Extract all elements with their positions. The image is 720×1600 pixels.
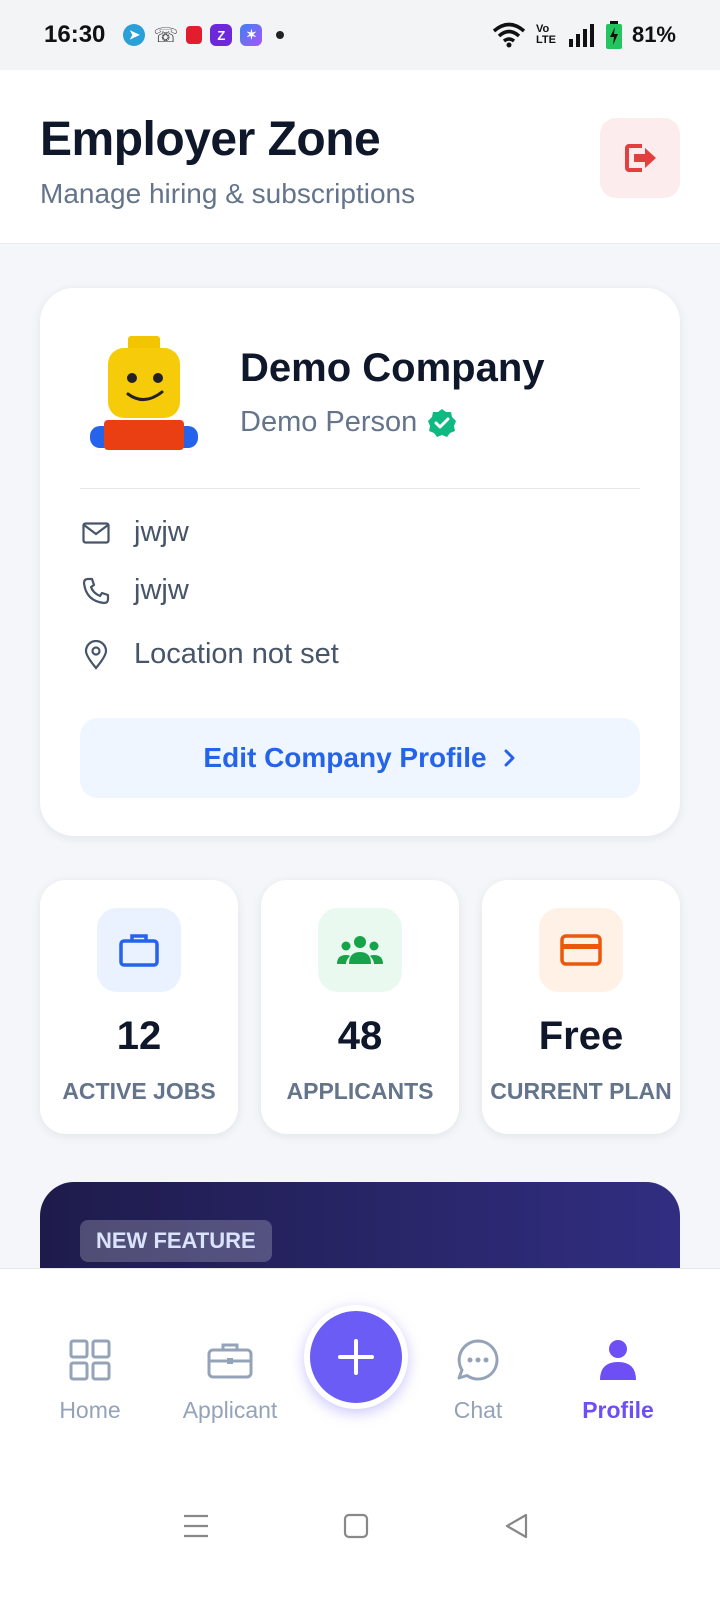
battery-icon (605, 21, 622, 49)
company-name: Demo Company (240, 346, 545, 390)
new-feature-badge: NEW FEATURE (80, 1220, 272, 1262)
battery-percent: 81% (631, 22, 676, 47)
email-row: jwjw (80, 516, 189, 549)
location-row: Location not set (80, 638, 339, 671)
zepto-icon: Z (210, 24, 233, 46)
bottom-nav: Home Applicant Chat Profile (0, 1268, 720, 1458)
home-button[interactable] (336, 1506, 376, 1546)
app-header: Employer Zone Manage hiring & subscripti… (0, 70, 720, 244)
user-icon (548, 1335, 688, 1385)
stat-label: APPLICANTS (286, 1078, 434, 1104)
logout-icon (625, 144, 656, 172)
notification-icons: ➤ ☏ Z ✶ (123, 23, 285, 48)
person-name: Demo Person (240, 406, 418, 438)
add-fab-button[interactable] (304, 1305, 408, 1409)
contact-person: Demo Person (240, 406, 457, 439)
missed-call-icon: ☏ (153, 24, 179, 47)
dot-icon (276, 31, 285, 39)
logout-button[interactable] (600, 118, 680, 198)
telegram-icon: ➤ (123, 24, 146, 46)
nav-label-chat: Chat (453, 1397, 503, 1423)
users-icon (318, 908, 402, 992)
stat-value: 48 (337, 1014, 383, 1058)
location-text: Location not set (134, 638, 339, 670)
nav-label-home: Home (59, 1397, 121, 1423)
status-time: 16:30 (44, 21, 106, 48)
nav-item-chat[interactable]: Chat (408, 1335, 548, 1424)
chat-icon (408, 1335, 548, 1385)
signal-icon (568, 24, 594, 47)
menu-icon (184, 1514, 208, 1538)
stat-label: CURRENT PLAN (490, 1078, 672, 1104)
nav-label-profile: Profile (582, 1397, 654, 1423)
nav-item-profile[interactable]: Profile (548, 1335, 688, 1424)
stat-card-applicants[interactable]: 48 APPLICANTS (261, 880, 459, 1134)
mail-icon (80, 517, 112, 549)
phone-icon (80, 575, 112, 607)
wifi-icon (492, 22, 526, 48)
chevron-right-icon (504, 749, 515, 767)
nav-item-home[interactable]: Home (20, 1335, 160, 1424)
divider (80, 488, 640, 489)
back-button[interactable] (496, 1506, 536, 1546)
stat-label: ACTIVE JOBS (62, 1078, 216, 1104)
status-right: Vo LTE 81% (492, 21, 676, 49)
credit-card-icon (539, 908, 623, 992)
nav-label-applicant: Applicant (182, 1397, 278, 1423)
phone-row: jwjw (80, 574, 189, 607)
briefcase-icon (97, 908, 181, 992)
system-nav-bar (0, 1458, 720, 1600)
app-icon: ✶ (240, 24, 263, 46)
briefcase-icon (160, 1335, 300, 1385)
avatar (82, 336, 206, 456)
status-bar: 16:30 ➤ ☏ Z ✶ Vo LTE 81% (0, 0, 720, 70)
nav-item-applicant[interactable]: Applicant (160, 1335, 300, 1424)
location-pin-icon (80, 639, 112, 671)
email-text: jwjw (134, 516, 189, 548)
plus-icon (338, 1339, 374, 1375)
recents-button[interactable] (176, 1506, 216, 1546)
verified-badge-icon (428, 408, 457, 437)
grid-icon (20, 1335, 160, 1385)
stat-value: 12 (116, 1014, 162, 1058)
square-icon (343, 1513, 369, 1539)
page-title: Employer Zone (40, 113, 381, 166)
back-triangle-icon (505, 1513, 528, 1539)
volte-label: Vo LTE (535, 23, 556, 46)
shopping-bag-icon (186, 26, 203, 44)
edit-company-profile-button[interactable]: Edit Company Profile (80, 718, 640, 798)
company-profile-card: Demo Company Demo Person jwjw jwjw Locat… (40, 288, 680, 836)
page-subtitle: Manage hiring & subscriptions (40, 178, 416, 209)
stat-value: Free (538, 1014, 624, 1058)
phone-text: jwjw (134, 574, 189, 606)
stat-card-active-jobs[interactable]: 12 ACTIVE JOBS (40, 880, 238, 1134)
stat-card-current-plan[interactable]: Free CURRENT PLAN (482, 880, 680, 1134)
edit-company-profile-label: Edit Company Profile (203, 742, 487, 773)
